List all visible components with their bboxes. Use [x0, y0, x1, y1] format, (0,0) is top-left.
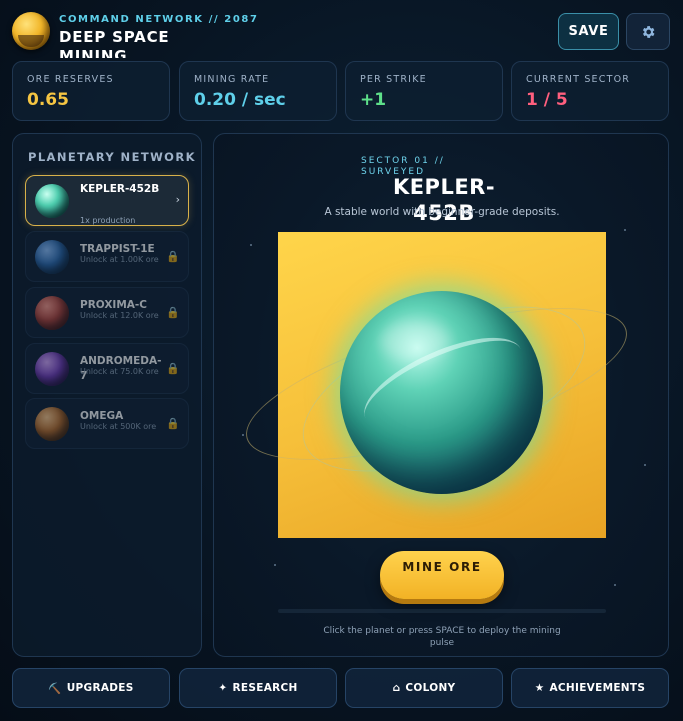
mine-ore-button[interactable]: MINE ORE	[380, 551, 504, 599]
planet-proxima-icon	[35, 296, 69, 330]
app-header: COMMAND NETWORK // 2087 DEEP SPACE MININ…	[0, 0, 683, 60]
planet-status: 1x production	[80, 216, 136, 225]
stat-label: CURRENT SECTOR	[526, 74, 631, 85]
planet-item-trappist-1e[interactable]: TRAPPIST-1E Unlock at 1.00K ore 🔒	[25, 231, 189, 282]
mining-stage: SECTOR 01 // SURVEYED KEPLER-452B A stab…	[213, 133, 669, 657]
nav-label: RESEARCH	[232, 682, 298, 694]
app-title: DEEP SPACE MINING	[59, 28, 170, 58]
app-subtitle: COMMAND NETWORK // 2087	[59, 14, 259, 25]
research-button[interactable]: ✦ RESEARCH	[179, 668, 337, 708]
colony-button[interactable]: ⌂ COLONY	[345, 668, 503, 708]
mineable-planet[interactable]	[340, 291, 543, 494]
home-icon: ⌂	[392, 682, 401, 694]
stat-card-ore-reserves: ORE RESERVES 0.65	[12, 61, 170, 121]
planet-kepler-icon	[35, 184, 69, 218]
nav-label: UPGRADES	[66, 682, 134, 694]
star-icon: ★	[534, 682, 545, 694]
stat-card-per-strike: PER STRIKE +1	[345, 61, 503, 121]
planet-status: Unlock at 500K ore	[80, 422, 157, 431]
gear-icon	[642, 25, 655, 38]
sidebar-title: PLANETARY NETWORK	[28, 150, 196, 164]
achievements-button[interactable]: ★ ACHIEVEMENTS	[511, 668, 669, 708]
lock-icon: 🔒	[166, 362, 180, 375]
stat-value: 0.65	[27, 90, 69, 110]
planet-description: A stable world with beginner-grade depos…	[324, 206, 560, 218]
stat-card-mining-rate: MINING RATE 0.20 / sec	[179, 61, 337, 121]
planet-item-kepler-452b[interactable]: KEPLER-452B 1x production ›	[25, 175, 189, 226]
ore-coin-icon	[12, 12, 50, 50]
sparkle-icon: ✦	[218, 682, 228, 694]
nav-label: ACHIEVEMENTS	[549, 682, 646, 694]
settings-button[interactable]	[626, 13, 670, 50]
stat-label: MINING RATE	[194, 74, 270, 85]
planet-status: Unlock at 75.0K ore	[80, 367, 159, 376]
app-title-wrap: DEEP SPACE MINING	[59, 28, 189, 58]
stat-label: ORE RESERVES	[27, 74, 114, 85]
mining-hint: Click the planet or press SPACE to deplo…	[323, 626, 561, 648]
save-button[interactable]: SAVE	[558, 13, 619, 50]
stat-value: 0.20 / sec	[194, 90, 286, 110]
planet-status: Unlock at 12.0K ore	[80, 311, 159, 320]
planet-item-andromeda-7[interactable]: ANDROMEDA-7 Unlock at 75.0K ore 🔒	[25, 343, 189, 394]
pickaxe-icon: ⛏️	[48, 682, 62, 695]
planet-status: Unlock at 1.00K ore	[80, 255, 159, 264]
stat-card-current-sector: CURRENT SECTOR 1 / 5	[511, 61, 669, 121]
nav-label: COLONY	[405, 682, 456, 694]
planet-andromeda-icon	[35, 352, 69, 386]
lock-icon: 🔒	[166, 417, 180, 430]
lock-icon: 🔒	[166, 250, 180, 263]
lock-icon: 🔒	[166, 306, 180, 319]
planet-item-omega[interactable]: OMEGA Unlock at 500K ore 🔒	[25, 398, 189, 449]
planet-name: KEPLER-452B	[80, 183, 160, 195]
upgrades-button[interactable]: ⛏️ UPGRADES	[12, 668, 170, 708]
stat-value: 1 / 5	[526, 90, 568, 110]
planet-trappist-icon	[35, 240, 69, 274]
planet-omega-icon	[35, 407, 69, 441]
chevron-right-icon: ›	[175, 193, 180, 206]
stat-value: +1	[360, 90, 387, 110]
planetary-network-panel: PLANETARY NETWORK KEPLER-452B 1x product…	[12, 133, 202, 657]
stat-label: PER STRIKE	[360, 74, 427, 85]
planet-item-proxima-c[interactable]: PROXIMA-C Unlock at 12.0K ore 🔒	[25, 287, 189, 338]
mining-pulse-progress	[278, 609, 606, 613]
